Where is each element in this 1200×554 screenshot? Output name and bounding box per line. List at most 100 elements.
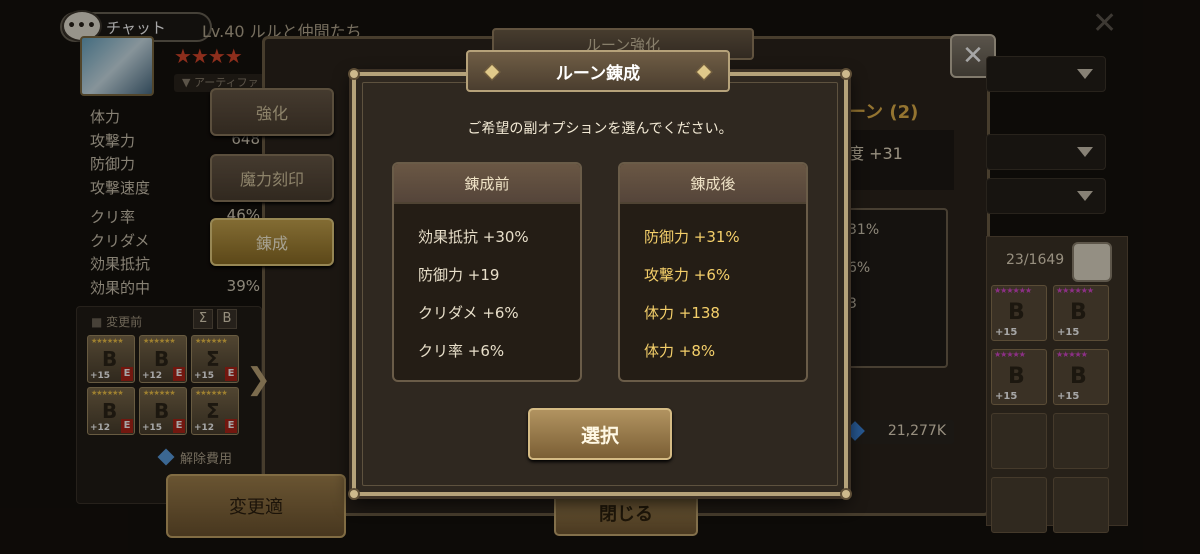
close-screen-icon[interactable]: ✕ — [1092, 6, 1117, 41]
rune-glyph-icon: B — [1070, 364, 1087, 389]
rune-panel-header: 変更前 — [91, 313, 142, 330]
rune-stars: ★★★★★★ — [91, 337, 124, 345]
before-options-panel: 錬成前 効果抵抗 +30% 防御力 +19 クリダメ +6% クリ率 +6% — [392, 162, 582, 382]
chevron-down-icon — [1077, 69, 1093, 79]
inventory-rune-slot[interactable]: ★★★★★ B +15 — [991, 349, 1047, 405]
enchant-button[interactable]: 魔力刻印 — [210, 154, 334, 202]
rune-stars: ★★★★★★ — [91, 389, 124, 397]
rune-sub-box: 度 +31 — [846, 130, 954, 190]
inventory-empty-slot[interactable] — [1053, 413, 1109, 469]
rune-glyph-icon: B — [102, 347, 118, 371]
rune-glyph-icon: B — [154, 399, 170, 423]
rune-level: +15 — [194, 371, 215, 381]
rune-slot[interactable]: ★★★★★★ B +15 E — [139, 387, 187, 435]
stat-label: 効果的中 — [90, 278, 151, 297]
filter-dropdown[interactable] — [986, 134, 1106, 170]
mana-stone-icon — [845, 421, 865, 441]
inventory-empty-slot[interactable] — [991, 477, 1047, 533]
rune-level: +15 — [995, 327, 1018, 338]
reforge-button[interactable]: 錬成 — [210, 218, 334, 266]
corner-rivet — [348, 488, 360, 500]
enhance-button[interactable]: 強化 — [210, 88, 334, 136]
stat-value: 39% — [226, 276, 260, 295]
rune-level: +15 — [90, 371, 111, 381]
rune-option-value: 6% — [848, 260, 871, 276]
rune-stars: ★★★★★★ — [195, 337, 228, 345]
rune-equipped-tag: E — [225, 367, 237, 381]
change-button[interactable]: 変更適 — [166, 474, 346, 538]
rune-slot[interactable]: ★★★★★★ B +12 E — [87, 387, 135, 435]
unlock-fee-label: 解除費用 — [180, 452, 233, 467]
after-option: 体力 +8% — [644, 342, 716, 360]
after-options-panel[interactable]: 錬成後 防御力 +31% 攻撃力 +6% 体力 +138 体力 +8% — [618, 162, 808, 382]
rune-slot[interactable]: ★★★★★★ B +12 E — [139, 335, 187, 383]
rune-sub-title: ーン (2) — [848, 102, 919, 123]
rune-level: +15 — [142, 423, 163, 433]
before-option: クリダメ +6% — [418, 304, 519, 322]
next-arrow-icon[interactable]: ❯ — [246, 362, 271, 397]
rune-glyph-icon: B — [1070, 300, 1087, 325]
before-header: 錬成前 — [394, 164, 580, 204]
chevron-down-icon — [1077, 191, 1093, 201]
rune-stars: ★★★★★★ — [994, 286, 1032, 295]
chevron-down-icon — [1077, 147, 1093, 157]
inventory-count: 23/1649 — [1006, 252, 1065, 268]
rune-option-value: 3 — [848, 296, 857, 312]
dialog-title: ルーン錬成 — [555, 63, 641, 84]
rune-equipped-tag: E — [173, 367, 185, 381]
rune-glyph-icon: Σ — [206, 399, 220, 423]
filter-dropdown[interactable] — [986, 56, 1106, 92]
inventory-empty-slot[interactable] — [1053, 477, 1109, 533]
before-option: クリ率 +6% — [418, 342, 505, 360]
after-header: 錬成後 — [620, 164, 806, 204]
unlock-fee: 解除費用 — [157, 448, 233, 467]
stat-label: 防御力 — [90, 155, 136, 173]
select-button[interactable]: 選択 — [528, 408, 672, 460]
chat-label: チャット — [106, 18, 166, 37]
before-option: 効果抵抗 +30% — [418, 228, 529, 246]
rune-equipped-tag: E — [225, 419, 237, 433]
rune-glyph-icon: B — [102, 399, 118, 423]
corner-rivet — [348, 68, 360, 80]
rune-stars: ★★★★★★ — [143, 389, 176, 397]
inventory-rune-slot[interactable]: ★★★★★ B +15 — [1053, 349, 1109, 405]
mana-display: 21,277K — [845, 420, 954, 444]
filter-dropdown[interactable] — [986, 178, 1106, 214]
mana-value: 21,277K — [887, 423, 946, 439]
stat-label: 攻撃力 — [90, 131, 136, 150]
rune-slot[interactable]: ★★★★★★ B +15 E — [87, 335, 135, 383]
rune-option-value: 31% — [848, 222, 880, 238]
rune-level: +12 — [90, 423, 111, 433]
rune-bag-icon[interactable] — [1072, 242, 1112, 282]
dialog-prompt: ご希望の副オプションを選んでください。 — [467, 121, 733, 137]
rune-glyph-icon: B — [154, 347, 170, 371]
before-option: 防御力 +19 — [418, 266, 500, 284]
stat-label: 体力 — [90, 108, 121, 126]
rune-stars: ★★★★★★ — [1056, 286, 1094, 295]
rune-level: +15 — [995, 391, 1018, 402]
diamond-ornament-icon — [483, 63, 501, 81]
corner-rivet — [840, 488, 852, 500]
rune-glyph-icon: B — [1008, 364, 1025, 389]
stat-label: クリ率 — [90, 208, 136, 226]
rune-level: +15 — [1057, 391, 1080, 402]
after-option: 攻撃力 +6% — [644, 266, 731, 284]
monster-avatar[interactable] — [80, 36, 154, 96]
rune-level: +12 — [142, 371, 163, 381]
rune-glyph-icon: B — [1008, 300, 1025, 325]
inventory-rune-slot[interactable]: ★★★★★★ B +15 — [1053, 285, 1109, 341]
diamond-ornament-icon — [695, 63, 713, 81]
close-button[interactable]: 閉じる — [554, 490, 698, 536]
rune-slot[interactable]: ★★★★★★ Σ +12 E — [191, 387, 239, 435]
corner-rivet — [840, 68, 852, 80]
rune-option-box: 31% 6% 3 — [846, 208, 948, 368]
rune-stars: ★★★★★ — [994, 350, 1026, 359]
rune-stars: ★★★★★★ — [143, 337, 176, 345]
stat-row: 効果的中 39% — [90, 277, 260, 301]
rune-slot[interactable]: ★★★★★★ Σ +15 E — [191, 335, 239, 383]
stat-label: 効果抵抗 — [90, 255, 151, 273]
stat-label: 攻撃速度 — [90, 178, 151, 197]
inventory-empty-slot[interactable] — [991, 413, 1047, 469]
monster-stars: ★★★★ — [174, 44, 243, 68]
inventory-rune-slot[interactable]: ★★★★★★ B +15 — [991, 285, 1047, 341]
